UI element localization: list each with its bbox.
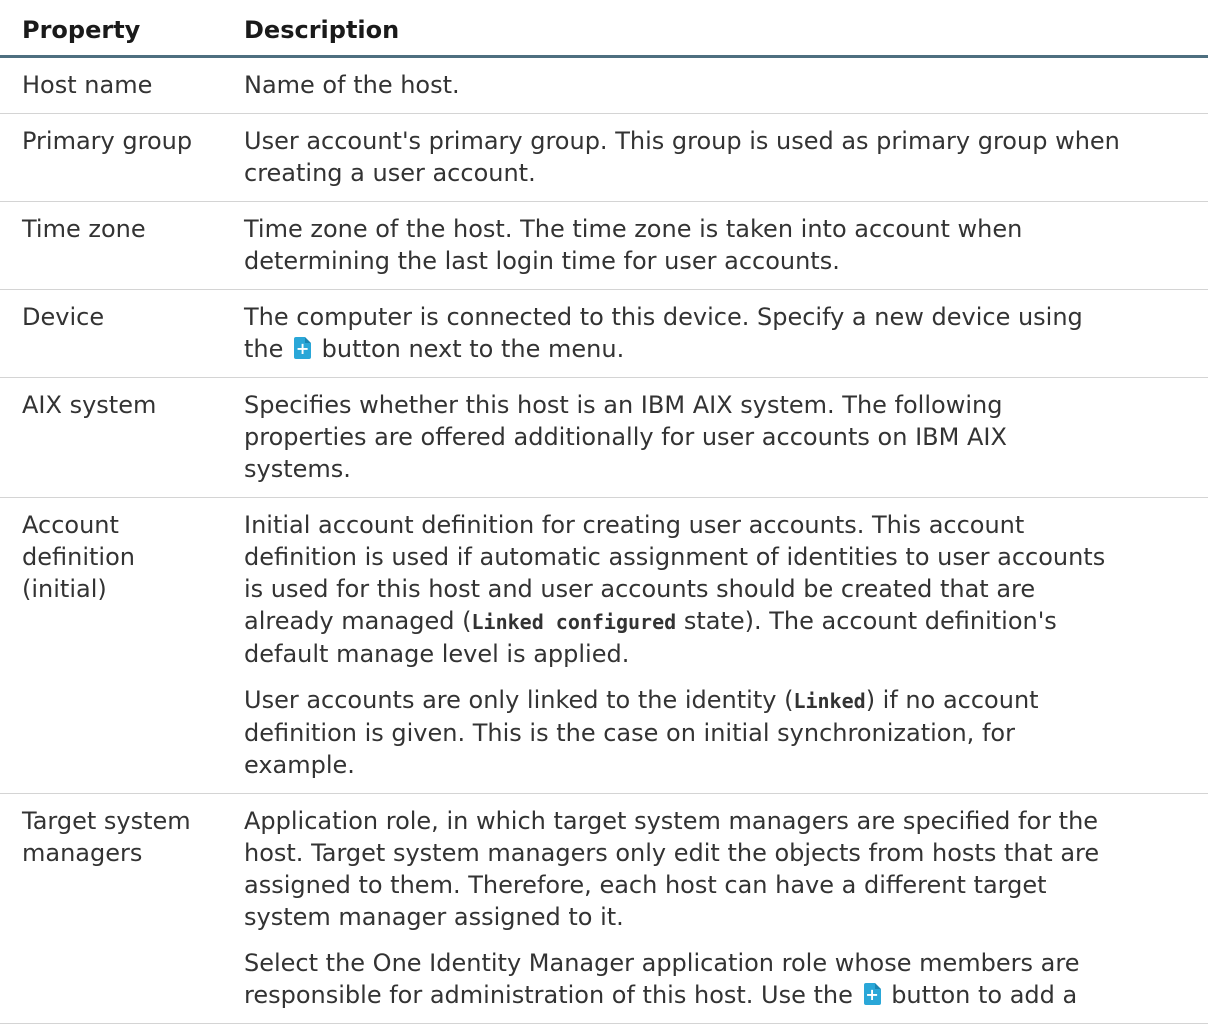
property-name: Device [0, 289, 244, 378]
description-text: ) if no account [865, 686, 1039, 714]
description-text: User accounts are only linked to the ide… [244, 686, 794, 714]
property-description: Name of the host. [244, 56, 1208, 114]
description-line: determining the last login time for user… [244, 247, 840, 275]
description-line: User account's primary group. This group… [244, 127, 1120, 155]
description-line: is used for this host and user accounts … [244, 575, 1036, 603]
description-text: button next to the menu. [321, 335, 625, 363]
table-row: Host name Name of the host. [0, 56, 1208, 114]
description-line: Initial account definition for creating … [244, 511, 1025, 539]
property-name: Host name [0, 56, 244, 114]
description-text: state). The account definition's [676, 607, 1057, 635]
description-line: properties are offered additionally for … [244, 423, 1007, 451]
state-code: Linked configured [471, 610, 677, 634]
description-paragraph: Application role, in which target system… [244, 805, 1208, 933]
description-line: example. [244, 751, 355, 779]
description-text: already managed ( [244, 607, 472, 635]
property-name-line: (initial) [22, 575, 107, 603]
description-line: Select the One Identity Manager applicat… [244, 949, 1080, 977]
property-name-line: Target system [22, 807, 191, 835]
property-name-line: Account [22, 511, 119, 539]
description-line: systems. [244, 455, 351, 483]
property-name: AIX system [0, 377, 244, 498]
add-icon [294, 337, 312, 359]
description-paragraph: Select the One Identity Manager applicat… [244, 947, 1208, 1011]
header-row: Property Description [0, 0, 1208, 58]
header-description: Description [244, 0, 1208, 58]
property-description: Specifies whether this host is an IBM AI… [244, 377, 1208, 498]
property-description: Time zone of the host. The time zone is … [244, 201, 1208, 290]
property-name: Account definition (initial) [0, 497, 244, 794]
description-line: definition is given. This is the case on… [244, 719, 1015, 747]
table-row: Primary group User account's primary gro… [0, 113, 1208, 202]
description-line: Time zone of the host. The time zone is … [244, 215, 1023, 243]
description-line: Specifies whether this host is an IBM AI… [244, 391, 1003, 419]
description-paragraph: User accounts are only linked to the ide… [244, 684, 1208, 781]
description-line: Application role, in which target system… [244, 807, 1099, 835]
description-line: host. Target system managers only edit t… [244, 839, 1100, 867]
header-property: Property [0, 0, 244, 58]
description-line: definition is used if automatic assignme… [244, 543, 1106, 571]
table-row: Time zone Time zone of the host. The tim… [0, 201, 1208, 290]
description-line: system manager assigned to it. [244, 903, 624, 931]
property-name: Time zone [0, 201, 244, 290]
property-name: Primary group [0, 113, 244, 202]
table-row: Device The computer is connected to this… [0, 289, 1208, 378]
property-description: Initial account definition for creating … [244, 497, 1208, 794]
description-text: responsible for administration of this h… [244, 981, 853, 1009]
table-row: AIX system Specifies whether this host i… [0, 377, 1208, 498]
property-name-line: definition [22, 543, 135, 571]
description-line: The computer is connected to this device… [244, 303, 1083, 331]
state-code: Linked [793, 689, 866, 713]
properties-table: Property Description Host name Name of t… [0, 0, 1208, 1024]
add-icon [863, 983, 881, 1005]
description-text: button to add a [891, 981, 1078, 1009]
property-name-line: managers [22, 839, 143, 867]
table-row: Target system managers Application role,… [0, 793, 1208, 1024]
property-name: Target system managers [0, 793, 244, 1024]
property-description: User account's primary group. This group… [244, 113, 1208, 202]
description-paragraph: Initial account definition for creating … [244, 509, 1208, 670]
description-line: creating a user account. [244, 159, 536, 187]
description-line: Name of the host. [244, 71, 460, 99]
description-text: the [244, 335, 284, 363]
property-description: The computer is connected to this device… [244, 289, 1208, 378]
table-row: Account definition (initial) Initial acc… [0, 497, 1208, 794]
description-line: assigned to them. Therefore, each host c… [244, 871, 1047, 899]
description-line: default manage level is applied. [244, 640, 630, 668]
property-description: Application role, in which target system… [244, 793, 1208, 1024]
